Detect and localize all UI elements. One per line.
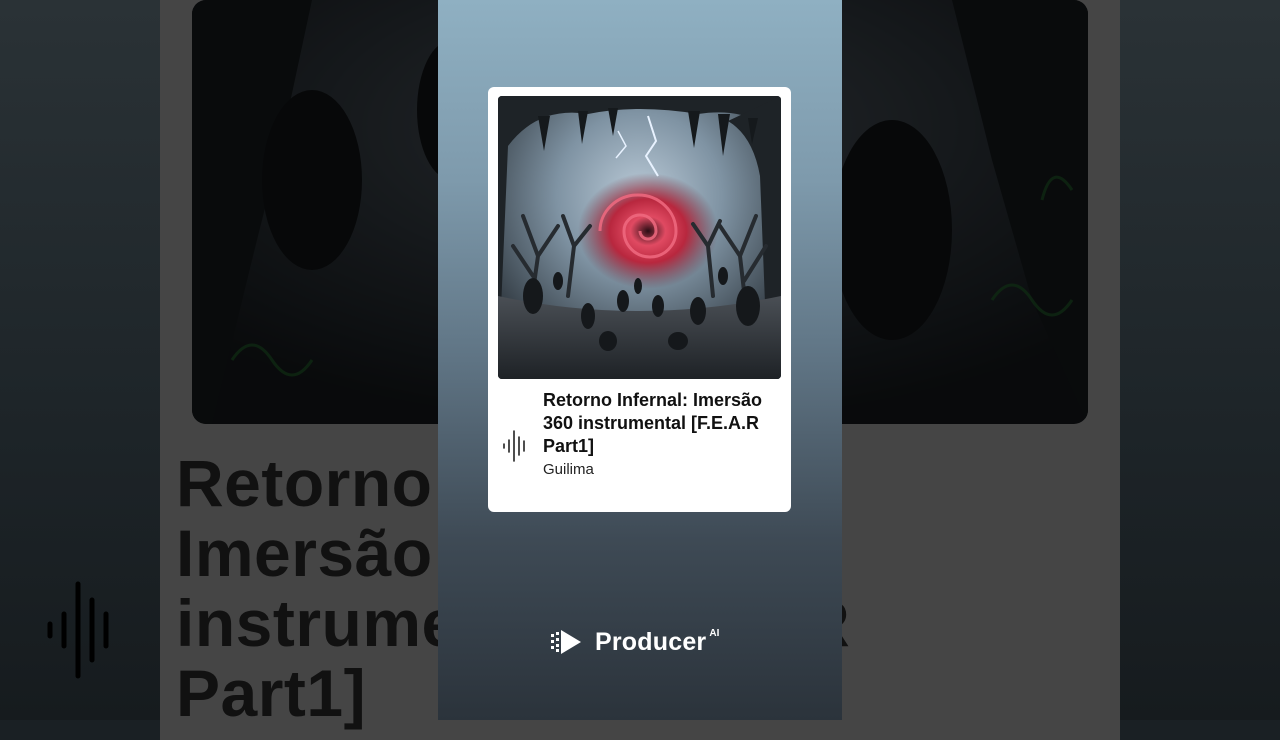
brand-name: Producer [595, 627, 707, 656]
album-artwork [498, 96, 781, 379]
center-panel: Retorno Infernal: Imersão 360 instrument… [438, 0, 842, 720]
producer-logo-icon [551, 630, 581, 654]
track-card[interactable]: Retorno Infernal: Imersão 360 instrument… [488, 87, 791, 512]
track-info: Retorno Infernal: Imersão 360 instrument… [543, 389, 778, 479]
producer-brand: Producer AI [551, 627, 719, 657]
track-title: Retorno Infernal: Imersão 360 instrument… [543, 390, 763, 456]
track-artist[interactable]: Guilima [543, 461, 778, 479]
brand-superscript: AI [709, 627, 720, 639]
audio-waveform-icon [502, 430, 528, 467]
background-waveform-icon [44, 580, 124, 685]
